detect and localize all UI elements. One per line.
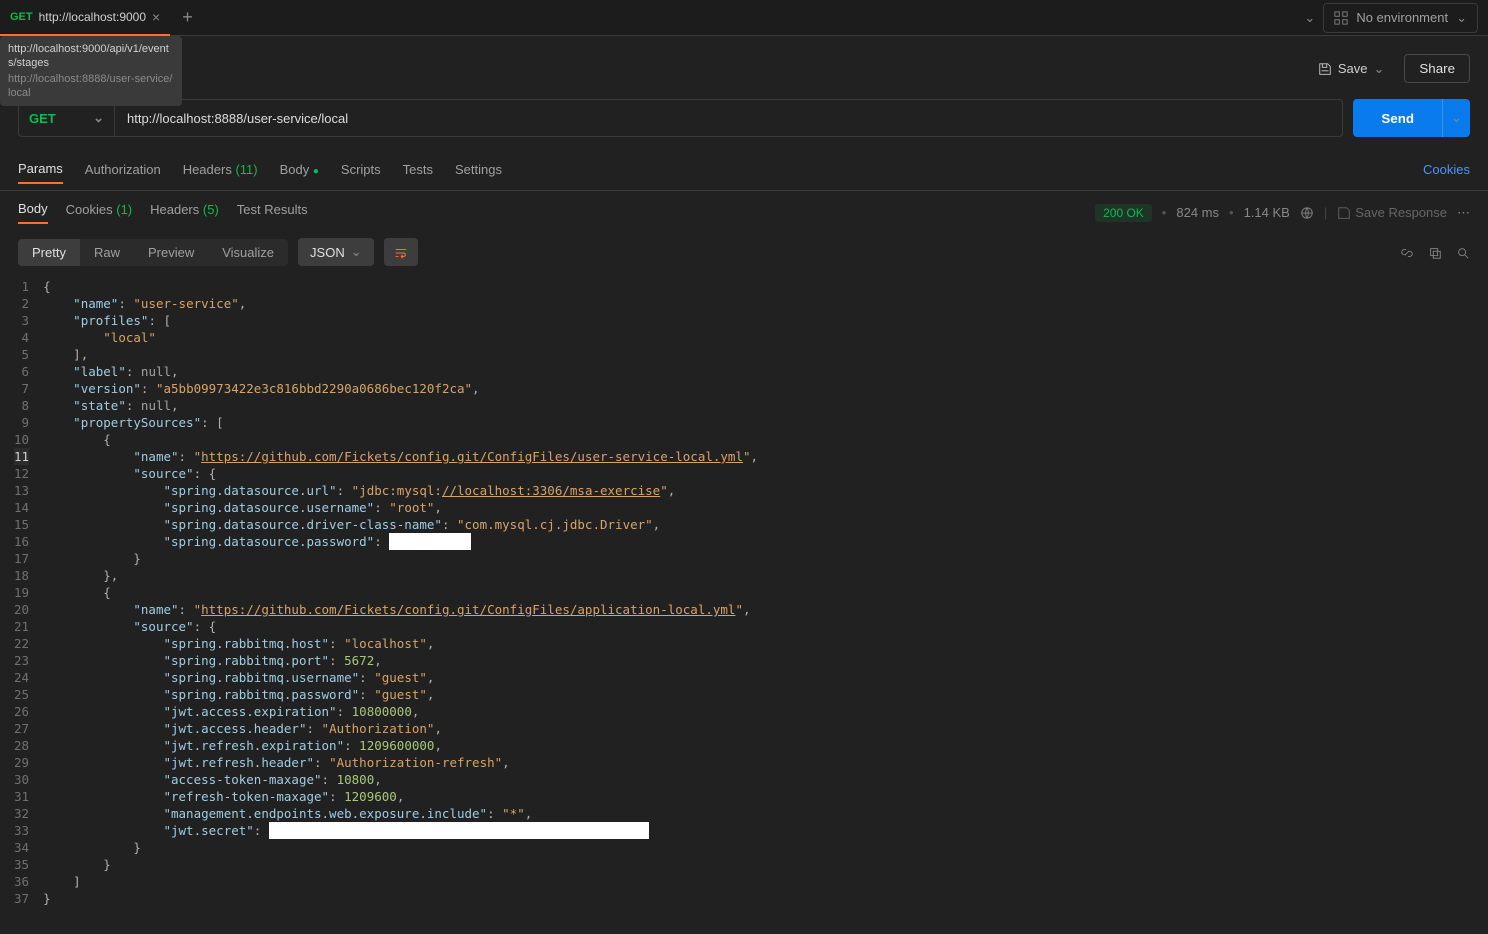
tab-tests[interactable]: Tests bbox=[403, 156, 433, 183]
format-select[interactable]: JSON ⌄ bbox=[298, 238, 374, 266]
send-dropdown[interactable]: ⌄ bbox=[1442, 99, 1470, 137]
response-time: 824 ms bbox=[1176, 205, 1219, 220]
tab-body[interactable]: Body ● bbox=[280, 156, 319, 183]
method-value: GET bbox=[29, 111, 56, 126]
tab-scripts[interactable]: Scripts bbox=[341, 156, 381, 183]
environment-select[interactable]: No environment ⌄ bbox=[1323, 3, 1478, 33]
new-tab-button[interactable]: + bbox=[170, 7, 205, 28]
response-header: Body Cookies (1) Headers (5) Test Result… bbox=[0, 191, 1488, 230]
save-label: Save bbox=[1338, 61, 1368, 76]
view-raw[interactable]: Raw bbox=[80, 239, 134, 266]
tab-headers[interactable]: Headers (11) bbox=[183, 156, 258, 183]
url-input[interactable]: http://localhost:8888/user-service/local bbox=[114, 99, 1343, 137]
save-button[interactable]: Save ⌄ bbox=[1308, 55, 1395, 83]
save-response-button: Save Response bbox=[1337, 205, 1447, 220]
status-badge: 200 OK bbox=[1095, 204, 1152, 222]
tab-params[interactable]: Params bbox=[18, 155, 63, 184]
environment-label: No environment bbox=[1356, 10, 1448, 25]
wrap-icon bbox=[394, 246, 408, 260]
chevron-down-icon: ⌄ bbox=[1374, 61, 1385, 77]
response-body-viewer[interactable]: 1234567891011121314151617181920212223242… bbox=[0, 274, 1488, 911]
tab-settings[interactable]: Settings bbox=[455, 156, 502, 183]
response-size: 1.14 KB bbox=[1244, 205, 1290, 220]
request-tabs: Params Authorization Headers (11) Body ●… bbox=[0, 149, 1488, 191]
save-icon bbox=[1318, 62, 1332, 76]
save-icon bbox=[1337, 206, 1351, 220]
chevron-down-icon: ⌄ bbox=[93, 110, 104, 126]
link-icon[interactable] bbox=[1400, 244, 1414, 260]
res-tab-test-results[interactable]: Test Results bbox=[237, 202, 308, 223]
header-row: /v1/events/stages Save ⌄ Share bbox=[0, 36, 1488, 91]
view-preview[interactable]: Preview bbox=[134, 239, 208, 266]
tab-bar: GET http://localhost:9000 × + ⌄ No envir… bbox=[0, 0, 1488, 36]
send-button[interactable]: Send bbox=[1353, 99, 1442, 137]
viewer-toolbar: Pretty Raw Preview Visualize JSON ⌄ bbox=[0, 230, 1488, 274]
tooltip-title: http://localhost:9000/api/v1/events/stag… bbox=[8, 42, 174, 70]
chevron-down-icon: ⌄ bbox=[1451, 110, 1462, 126]
res-tab-body[interactable]: Body bbox=[18, 201, 48, 224]
res-tab-headers[interactable]: Headers (5) bbox=[150, 202, 219, 223]
res-tab-cookies[interactable]: Cookies (1) bbox=[66, 202, 132, 223]
cookies-link[interactable]: Cookies bbox=[1423, 162, 1470, 177]
tab-authorization[interactable]: Authorization bbox=[85, 156, 161, 183]
more-icon[interactable]: ⋯ bbox=[1457, 205, 1470, 221]
copy-icon[interactable] bbox=[1428, 244, 1442, 260]
tab-title: http://localhost:9000 bbox=[39, 10, 146, 24]
chevron-down-icon: ⌄ bbox=[1456, 10, 1467, 26]
chevron-down-icon: ⌄ bbox=[351, 244, 362, 260]
share-button[interactable]: Share bbox=[1404, 54, 1470, 83]
url-bar: GET ⌄ http://localhost:8888/user-service… bbox=[0, 91, 1488, 149]
view-pretty[interactable]: Pretty bbox=[18, 239, 80, 266]
tab-method: GET bbox=[10, 11, 33, 23]
dot-icon: ● bbox=[313, 166, 319, 177]
tooltip: http://localhost:9000/api/v1/events/stag… bbox=[0, 36, 182, 106]
tooltip-subtitle: http://localhost:8888/user-service/local bbox=[8, 72, 174, 100]
globe-icon[interactable] bbox=[1300, 205, 1314, 221]
chevron-down-icon[interactable]: ⌄ bbox=[1304, 10, 1315, 26]
search-icon[interactable] bbox=[1456, 244, 1470, 260]
grid-icon bbox=[1334, 11, 1348, 25]
close-icon[interactable]: × bbox=[152, 9, 160, 25]
wrap-button[interactable] bbox=[384, 238, 418, 266]
view-visualize[interactable]: Visualize bbox=[208, 239, 288, 266]
request-tab[interactable]: GET http://localhost:9000 × bbox=[0, 0, 170, 36]
